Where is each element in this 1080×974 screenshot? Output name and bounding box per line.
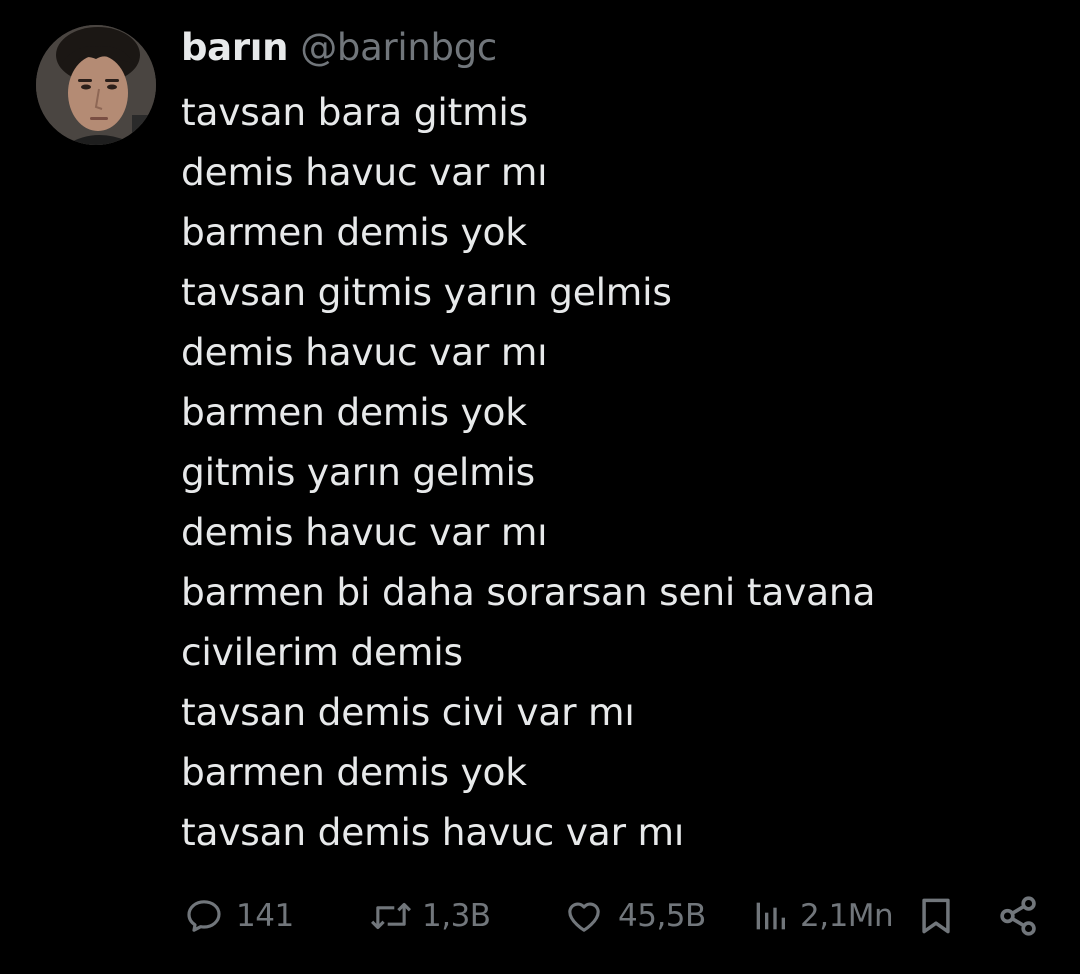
tweet-header: barın @barinbgc <box>181 26 497 78</box>
reply-button[interactable]: 141 <box>184 888 294 944</box>
views-count: 2,1Mn <box>800 898 894 934</box>
views-icon <box>748 896 792 936</box>
tweet-line: barmen demis yok <box>181 210 527 254</box>
action-bar: 141 1,3B 45,5B 2,1Mn <box>0 888 1080 944</box>
share-button[interactable] <box>996 888 1042 944</box>
tweet-line: demis havuc var mı <box>181 510 548 554</box>
bookmark-icon <box>914 894 958 938</box>
tweet-line: tavsan bara gitmis <box>181 90 528 134</box>
tweet-line: demis havuc var mı <box>181 150 548 194</box>
repost-button[interactable]: 1,3B <box>368 888 491 944</box>
tweet-line: barmen bi daha sorarsan seni tavana <box>181 570 876 614</box>
avatar-image <box>36 25 156 145</box>
repost-count: 1,3B <box>422 898 491 934</box>
tweet: barın @barinbgc tavsan bara gitmis demis… <box>0 0 1080 974</box>
avatar[interactable] <box>36 25 156 145</box>
tweet-line: tavsan demis civi var mı <box>181 690 635 734</box>
tweet-line: demis havuc var mı <box>181 330 548 374</box>
tweet-text: tavsan bara gitmis demis havuc var mı ba… <box>181 82 1061 862</box>
reply-count: 141 <box>236 898 294 934</box>
tweet-line: barmen demis yok <box>181 750 527 794</box>
author-handle[interactable]: @barinbgc <box>300 26 497 69</box>
heart-icon <box>562 896 606 936</box>
author-display-name[interactable]: barın <box>181 26 289 69</box>
views-button[interactable]: 2,1Mn <box>748 888 894 944</box>
like-button[interactable]: 45,5B <box>562 888 706 944</box>
tweet-line: barmen demis yok <box>181 390 527 434</box>
tweet-line: tavsan demis havuc var mı <box>181 810 685 854</box>
tweet-line: tavsan gitmis yarın gelmis <box>181 270 672 314</box>
repost-icon <box>368 896 414 936</box>
like-count: 45,5B <box>618 898 706 934</box>
bookmark-button[interactable] <box>914 888 958 944</box>
tweet-line: civilerim demis <box>181 630 463 674</box>
share-icon <box>996 893 1042 939</box>
tweet-line: gitmis yarın gelmis <box>181 450 536 494</box>
reply-icon <box>184 896 224 936</box>
